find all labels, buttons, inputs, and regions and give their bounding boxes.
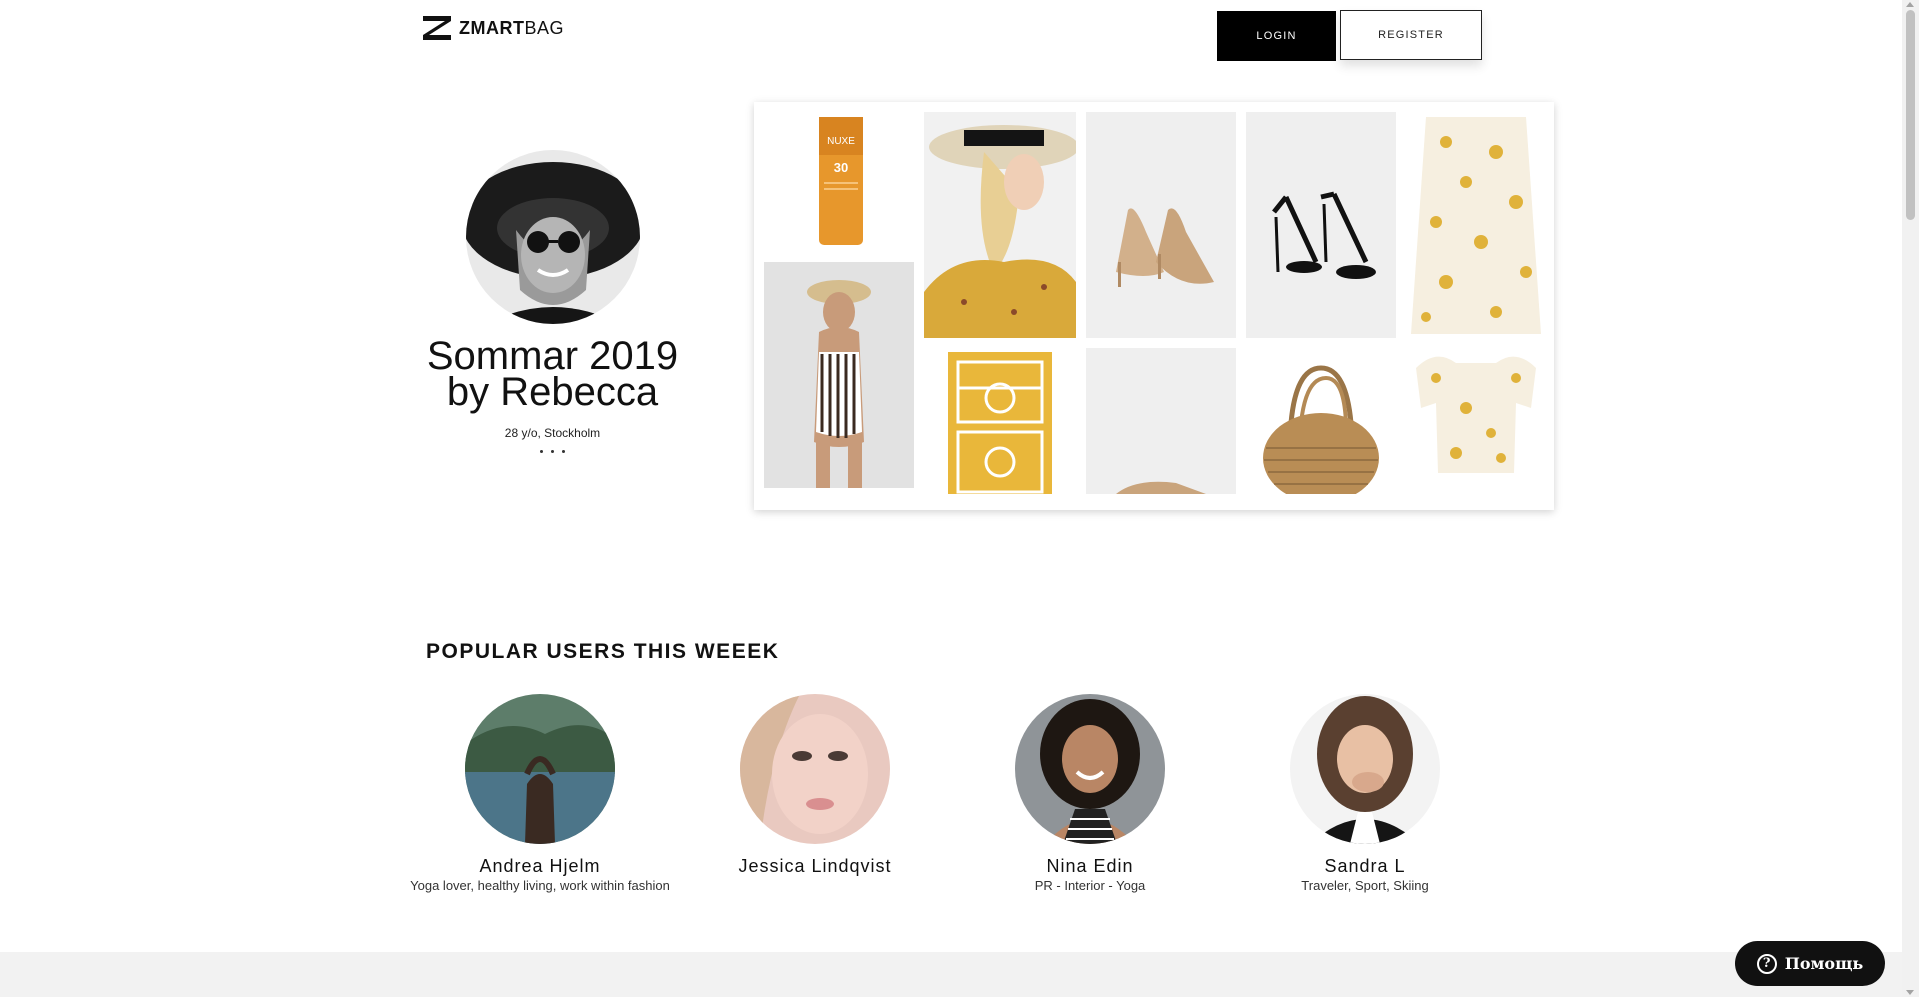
product-floral-top[interactable] xyxy=(1406,348,1546,494)
user-avatar[interactable] xyxy=(465,694,615,844)
user-bio: Yoga lover, healthy living, work within … xyxy=(410,878,670,893)
product-straw-hat-blouse[interactable] xyxy=(924,112,1076,338)
user-name[interactable]: Jessica Lindqvist xyxy=(675,856,955,877)
scroll-up-icon[interactable] xyxy=(1906,2,1914,7)
product-board: NUXE 30 xyxy=(754,102,1554,510)
user-card[interactable]: Andrea Hjelm Yoga lover, healthy living,… xyxy=(400,694,680,893)
product-straw-basket-bag[interactable] xyxy=(1246,348,1396,494)
user-bio: PR - Interior - Yoga xyxy=(1034,878,1146,893)
user-bio: Traveler, Sport, Skiing xyxy=(1301,878,1429,893)
scrollbar-thumb[interactable] xyxy=(1906,10,1915,220)
logo-text: ZMARTBAG xyxy=(459,17,564,38)
profile-subtitle: 28 y/o, Stockholm xyxy=(504,426,601,440)
register-button[interactable]: REGISTER xyxy=(1340,10,1482,60)
sunscreen-spf-text: 30 xyxy=(834,160,848,175)
help-button[interactable]: ? Помощь xyxy=(1735,941,1885,986)
profile-title: Sommar 2019 by Rebecca xyxy=(426,334,679,414)
product-nude-heels[interactable] xyxy=(1086,112,1236,338)
help-label: Помощь xyxy=(1784,954,1864,973)
product-black-sandals[interactable] xyxy=(1246,112,1396,338)
user-name[interactable]: Nina Edin xyxy=(950,856,1230,877)
user-name[interactable]: Andrea Hjelm xyxy=(400,856,680,877)
sunscreen-brand-text: NUXE xyxy=(827,136,855,147)
user-avatar[interactable] xyxy=(740,694,890,844)
product-yellow-towel[interactable] xyxy=(924,348,1076,494)
profile-card: Sommar 2019 by Rebecca 28 y/o, Stockholm xyxy=(400,150,705,453)
product-floral-skirt[interactable] xyxy=(1406,112,1546,338)
user-card[interactable]: Sandra L Traveler, Sport, Skiing xyxy=(1225,694,1505,893)
zmartbag-logo-icon xyxy=(423,16,451,40)
product-striped-swimsuit[interactable] xyxy=(764,262,914,488)
user-name[interactable]: Sandra L xyxy=(1225,856,1505,877)
vertical-scrollbar[interactable] xyxy=(1902,0,1919,997)
product-shoe-partial[interactable] xyxy=(1086,348,1236,494)
user-card[interactable]: Jessica Lindqvist xyxy=(675,694,955,879)
user-card[interactable]: Nina Edin PR - Interior - Yoga xyxy=(950,694,1230,893)
product-sunscreen[interactable]: NUXE 30 xyxy=(764,112,914,252)
logo[interactable]: ZMARTBAG xyxy=(423,16,564,40)
page: ZMARTBAG LOGIN REGISTER Sommar 2019 by R… xyxy=(0,0,1902,997)
footer-band xyxy=(0,952,1902,997)
login-button[interactable]: LOGIN xyxy=(1217,11,1336,61)
scroll-down-icon[interactable] xyxy=(1906,990,1914,995)
more-dots-icon[interactable] xyxy=(400,450,705,453)
popular-users-title: POPULAR USERS THIS WEEEK xyxy=(426,640,780,663)
user-avatar[interactable] xyxy=(1290,694,1440,844)
profile-avatar[interactable] xyxy=(465,150,640,324)
question-icon: ? xyxy=(1756,953,1777,974)
user-avatar[interactable] xyxy=(1015,694,1165,844)
